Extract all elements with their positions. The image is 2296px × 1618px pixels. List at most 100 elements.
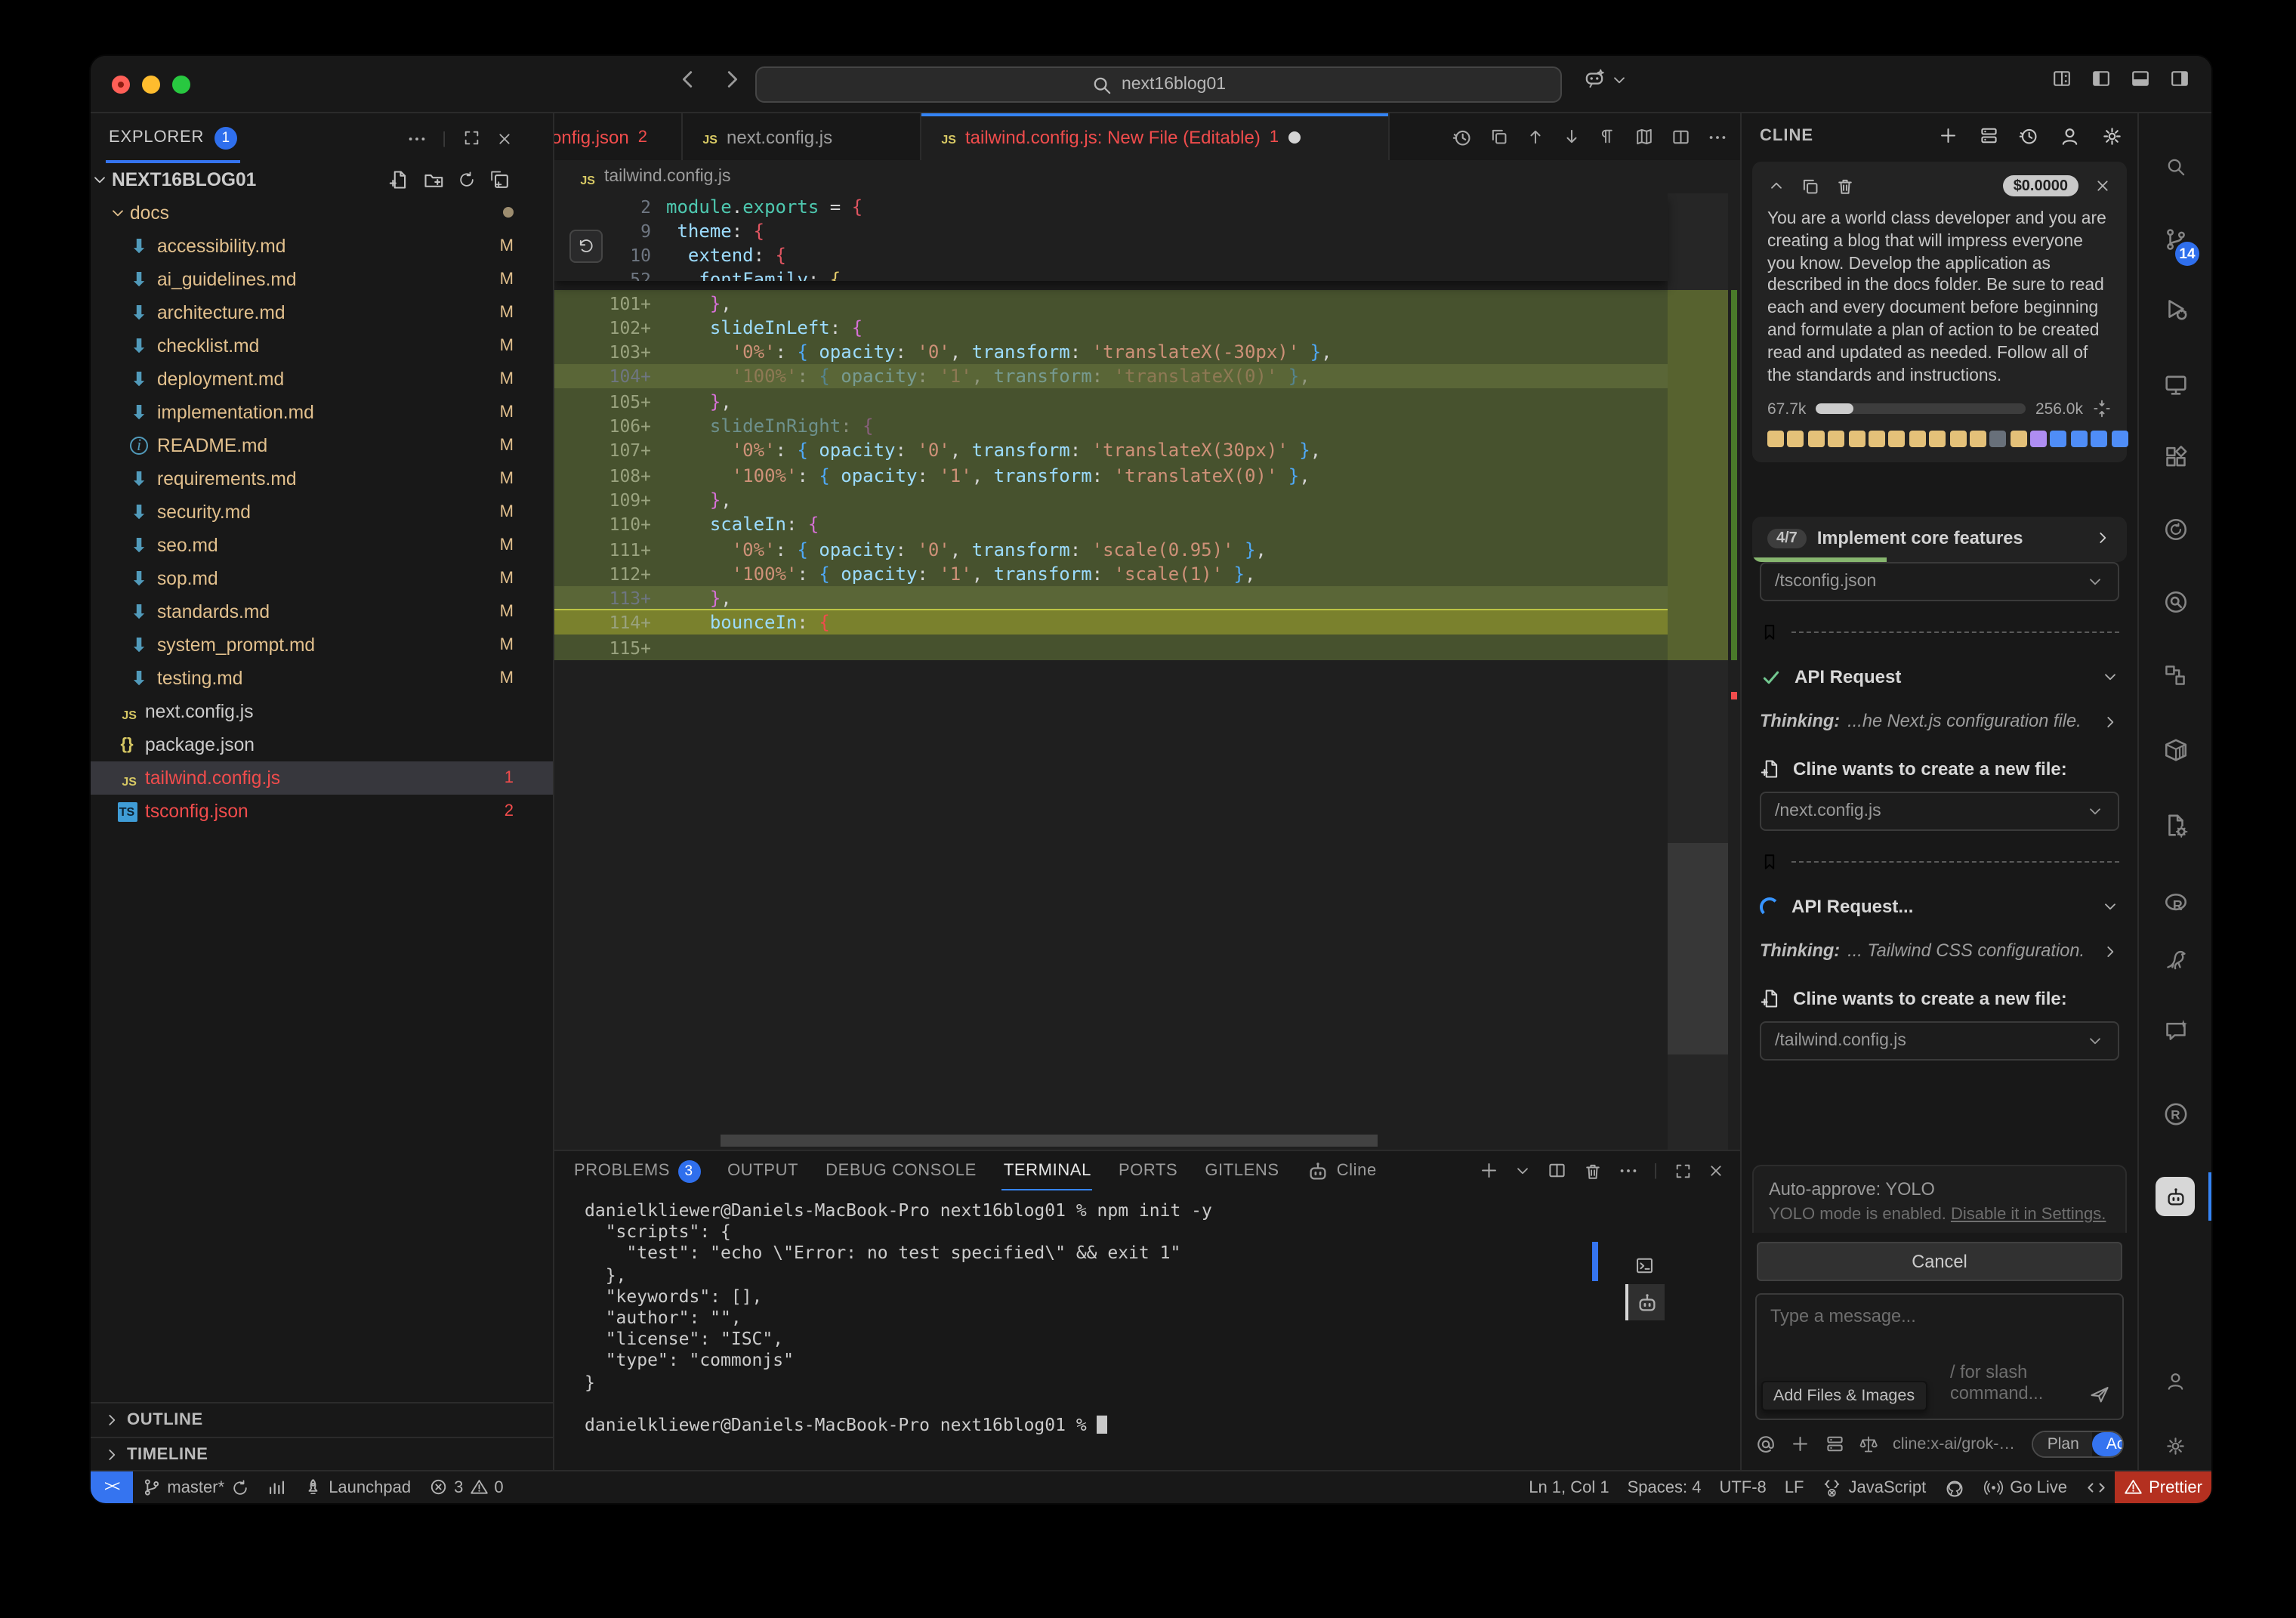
activity-item-chat-sparkle[interactable] <box>2139 1005 2211 1065</box>
activity-item-cr-logo[interactable]: R <box>2139 1088 2211 1148</box>
map-icon[interactable] <box>1634 127 1653 147</box>
tree-item-file[interactable]: ⬇security.mdM <box>91 496 553 529</box>
indentation[interactable]: Spaces: 4 <box>1619 1471 1711 1503</box>
tree-item-file[interactable]: ⬇testing.mdM <box>91 662 553 695</box>
chevron-down-icon[interactable] <box>1610 70 1628 88</box>
prettier-status[interactable]: Prettier <box>2115 1471 2211 1503</box>
thinking-row[interactable]: Thinking:...he Next.js configuration fil… <box>1760 711 2119 735</box>
collapse-task-icon[interactable] <box>1767 177 1785 195</box>
activity-item-r-lang[interactable]: R <box>2139 876 2211 937</box>
tree-item-file[interactable]: ⬇ai_guidelines.mdM <box>91 263 553 296</box>
breadcrumb[interactable]: JS tailwind.config.js <box>554 160 1740 193</box>
tree-item-file[interactable]: ⬇checklist.mdM <box>91 329 553 363</box>
activity-item-sync-circle[interactable] <box>2139 503 2211 564</box>
code-editor[interactable]: 101+ },102+ slideInLeft: {103+ '0%': { o… <box>554 193 1740 1150</box>
arrow-up-icon[interactable] <box>1526 127 1545 147</box>
activity-item-search[interactable] <box>2139 140 2211 201</box>
language-mode[interactable]: JavaScript <box>1813 1471 1936 1503</box>
close-icon[interactable] <box>1707 1162 1725 1180</box>
pilcrow-icon[interactable] <box>1598 128 1617 147</box>
activity-item-cline-robot[interactable] <box>2139 1166 2211 1227</box>
collapse-all-icon[interactable] <box>489 169 511 190</box>
more-icon[interactable] <box>1617 1160 1638 1181</box>
panel-tab-problems[interactable]: PROBLEMS3 <box>560 1151 714 1190</box>
settings-icon[interactable] <box>2100 125 2122 147</box>
thinking-row[interactable]: Thinking:... Tailwind CSS configuration. <box>1760 940 2119 965</box>
branch-status[interactable]: master* <box>132 1471 258 1503</box>
message-input[interactable]: Type a message... Add Files & Images / f… <box>1755 1293 2124 1420</box>
close-task-icon[interactable] <box>2094 177 2112 195</box>
new-folder-icon[interactable] <box>423 169 444 190</box>
arrow-down-icon[interactable] <box>1562 127 1582 147</box>
editor-tab[interactable]: JSnext.config.js <box>683 113 921 160</box>
activity-item-container[interactable] <box>2139 724 2211 784</box>
minimize-window-button[interactable] <box>142 76 160 94</box>
send-icon[interactable] <box>2089 1384 2110 1405</box>
mcp-servers-icon[interactable] <box>1978 126 1998 147</box>
panel-tab-output[interactable]: OUTPUT <box>714 1151 812 1190</box>
minimap[interactable] <box>1668 193 1728 1150</box>
tree-item-file[interactable]: ⬇standards.mdM <box>91 595 553 628</box>
auto-approve-section[interactable]: Auto-approve: YOLO YOLO mode is enabled.… <box>1752 1165 2127 1233</box>
model-selector[interactable]: cline:x-ai/grok-code... <box>1893 1435 2019 1453</box>
tree-item-project[interactable]: NEXT16BLOG01 <box>91 163 553 196</box>
close-view-icon[interactable] <box>495 129 514 147</box>
new-file-icon[interactable] <box>388 169 409 190</box>
toggle-bottom-panel-icon[interactable] <box>2130 68 2151 89</box>
new-task-icon[interactable] <box>1938 126 1958 147</box>
history-icon[interactable] <box>2018 125 2039 147</box>
terminal-scrollbar[interactable] <box>1592 1242 1598 1281</box>
split-icon[interactable] <box>1670 127 1690 147</box>
delete-task-icon[interactable] <box>1835 176 1855 196</box>
tree-item-file[interactable]: ⬇sop.mdM <box>91 562 553 595</box>
forward-icon[interactable] <box>721 68 743 91</box>
copilot-icon[interactable] <box>1583 68 1606 91</box>
tree-item-file[interactable]: ⬇requirements.mdM <box>91 462 553 496</box>
sidebar-section-outline[interactable]: OUTLINE <box>91 1402 553 1435</box>
tree-item-file[interactable]: TStsconfig.json2 <box>91 795 553 828</box>
focus-chain-card[interactable]: 4/7 Implement core features <box>1752 517 2127 563</box>
panel-tab-gitlens[interactable]: GITLENS <box>1191 1151 1292 1190</box>
split-icon[interactable] <box>1547 1161 1567 1181</box>
revert-block-button[interactable] <box>569 230 603 263</box>
tree-item-file[interactable]: ⬇architecture.mdM <box>91 296 553 329</box>
editor-tab[interactable]: config.json2 <box>554 113 683 160</box>
panel-tab-cline[interactable]: Cline <box>1293 1151 1390 1190</box>
activity-item-file-gear[interactable] <box>2139 799 2211 860</box>
toggle-left-sidebar-icon[interactable] <box>2091 68 2112 89</box>
activity-item-extensions[interactable] <box>2139 431 2211 491</box>
more-actions-icon[interactable] <box>406 128 427 149</box>
cursor-position[interactable]: Ln 1, Col 1 <box>1520 1471 1618 1503</box>
customize-layout-icon[interactable] <box>2051 68 2072 89</box>
plus-icon[interactable] <box>1478 1161 1498 1181</box>
tree-item-file[interactable]: ⬇accessibility.mdM <box>91 230 553 263</box>
tree-item-file[interactable]: ⬇system_prompt.mdM <box>91 628 553 662</box>
file-dropdown[interactable]: /tailwind.config.js <box>1760 1022 2119 1061</box>
shrink-context-icon[interactable] <box>2092 400 2112 419</box>
terminal[interactable]: danielkliewer@Daniels-MacBook-Pro next16… <box>554 1190 1740 1470</box>
file-dropdown[interactable]: /next.config.js <box>1760 792 2119 832</box>
activity-item-run-debug[interactable] <box>2139 283 2211 343</box>
more-icon[interactable] <box>1707 126 1728 147</box>
sync-icon[interactable] <box>458 169 476 190</box>
panel-tab-ports[interactable]: PORTS <box>1105 1151 1191 1190</box>
remote-indicator[interactable]: >< <box>91 1471 132 1503</box>
add-files-button[interactable]: Add Files & Images <box>1761 1381 1927 1411</box>
zoom-window-button[interactable] <box>172 76 190 94</box>
code-action[interactable] <box>2076 1471 2115 1503</box>
copy-icon[interactable] <box>1489 127 1509 147</box>
activity-item-zoom-circle[interactable] <box>2139 576 2211 636</box>
terminal-cline-button[interactable] <box>1625 1284 1665 1320</box>
mention-icon[interactable] <box>1755 1434 1776 1455</box>
go-live[interactable]: Go Live <box>1974 1471 2076 1503</box>
activity-item-remote-explorer[interactable] <box>2139 358 2211 418</box>
tree-item-file[interactable]: ⬇deployment.mdM <box>91 363 553 396</box>
trash-icon[interactable] <box>1582 1161 1602 1181</box>
expand-view-icon[interactable] <box>461 129 480 148</box>
encoding[interactable]: UTF-8 <box>1710 1471 1775 1503</box>
tree-item-file[interactable]: JStailwind.config.js1 <box>91 761 553 795</box>
horizontal-scrollbar[interactable] <box>721 1135 1378 1147</box>
terminal-shell-button[interactable] <box>1625 1248 1665 1284</box>
back-icon[interactable] <box>677 68 699 91</box>
toggle-right-sidebar-icon[interactable] <box>2169 68 2190 89</box>
